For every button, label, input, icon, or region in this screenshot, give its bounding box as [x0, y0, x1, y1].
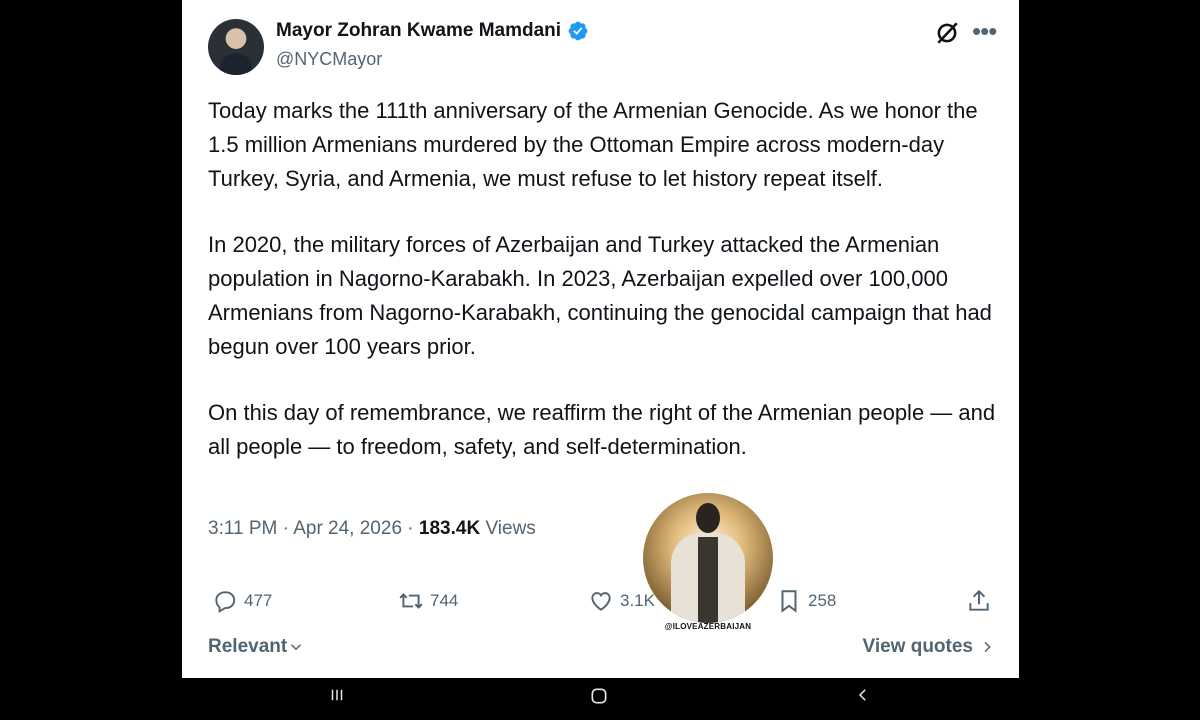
share-icon — [969, 589, 989, 611]
tweet-meta: 3:11 PM · Apr 24, 2026 · 183.4K Views — [208, 518, 536, 540]
reply-icon — [215, 591, 236, 614]
android-navigation-bar — [0, 678, 1200, 720]
author-avatar[interactable] — [208, 19, 264, 75]
sort-label: Relevant — [208, 636, 288, 657]
views-count: 183.4K — [418, 518, 481, 539]
repost-button[interactable]: 744 — [398, 588, 458, 614]
meta-separator: · — [407, 518, 419, 539]
grok-icon[interactable] — [934, 20, 960, 46]
home-icon[interactable] — [589, 686, 609, 712]
reply-button[interactable]: 477 — [212, 588, 272, 614]
tweet-date[interactable]: Apr 24, 2026 — [293, 518, 402, 539]
like-button[interactable]: 3.1K — [588, 588, 655, 614]
reply-count: 477 — [244, 591, 273, 610]
views-label: Views — [485, 518, 536, 539]
bookmark-count: 258 — [808, 591, 837, 610]
view-quotes-link[interactable]: View quotes — [862, 636, 995, 658]
view-quotes-label: View quotes — [862, 636, 973, 657]
sort-dropdown[interactable]: Relevant — [208, 636, 305, 658]
repost-icon — [399, 593, 423, 609]
back-icon[interactable] — [854, 686, 872, 710]
like-count: 3.1K — [620, 591, 655, 610]
bookmark-icon — [781, 590, 797, 613]
watermark-text: @ILOVEAZERBAIJAN — [664, 622, 752, 631]
author-name-row[interactable]: Mayor Zohran Kwame Mamdani — [276, 20, 589, 42]
meta-separator: · — [282, 518, 294, 539]
tweet-paragraph-3: On this day of remembrance, we reaffirm … — [208, 400, 996, 459]
more-icon[interactable]: ••• — [972, 18, 997, 44]
tweet-paragraph-2: In 2020, the military forces of Azerbaij… — [208, 232, 992, 359]
like-icon — [591, 592, 611, 611]
repost-count: 744 — [430, 591, 459, 610]
chevron-down-icon — [291, 644, 302, 651]
watermark-image — [643, 493, 773, 623]
verified-badge-icon — [568, 21, 588, 41]
action-bar: 477 744 3.1K 258 — [208, 588, 998, 622]
tweet-time[interactable]: 3:11 PM — [208, 518, 277, 539]
bookmark-button[interactable]: 258 — [776, 588, 836, 614]
tweet-text: Today marks the 111th anniversary of the… — [208, 94, 1008, 496]
watermark-figure-head — [696, 503, 720, 533]
recents-icon[interactable] — [328, 686, 346, 710]
tweet-paragraph-1: Today marks the 111th anniversary of the… — [208, 98, 978, 191]
author-handle[interactable]: @NYCMayor — [276, 49, 382, 70]
author-name[interactable]: Mayor Zohran Kwame Mamdani — [276, 20, 561, 42]
chevron-right-icon — [984, 641, 991, 653]
tweet-card: Mayor Zohran Kwame Mamdani @NYCMayor •••… — [182, 0, 1019, 678]
watermark-figure-shirt — [698, 537, 718, 623]
share-button[interactable] — [966, 588, 992, 614]
